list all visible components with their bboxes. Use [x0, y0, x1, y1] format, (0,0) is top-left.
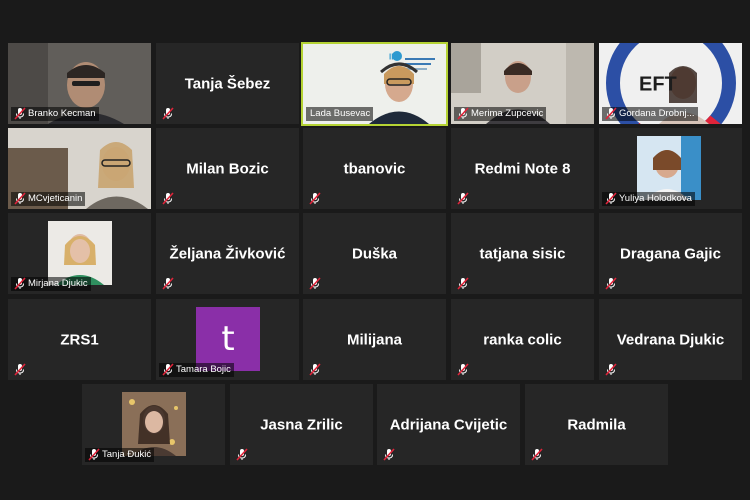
mic-muted-icon	[14, 363, 26, 376]
mic-muted-icon	[605, 277, 617, 290]
photo-tile-yuliya-holodkova[interactable]: Yuliya Holodkova	[599, 128, 742, 209]
participant-name: Duška	[351, 245, 398, 262]
banner-logo-text: IFC	[389, 52, 402, 62]
name-tile-milan-bozic[interactable]: Milan Bozic	[156, 128, 299, 209]
name-tile-zrs1[interactable]: ZRS1	[8, 299, 151, 380]
mic-muted-icon	[309, 192, 321, 205]
participant-name-label: Tamara Bojic	[159, 363, 234, 377]
participant-name: MCvjeticanin	[28, 193, 83, 204]
name-tile-radmila[interactable]: Radmila	[525, 384, 668, 465]
profile-photo	[637, 136, 701, 200]
participant-name: Vedrana Djukic	[616, 331, 725, 348]
participant-name-label: Yuliya Holodkova	[602, 192, 695, 206]
mic-muted-icon	[605, 107, 617, 120]
name-tile-milijana[interactable]: Milijana	[303, 299, 446, 380]
mic-muted-icon	[531, 448, 543, 461]
participant-name: Adrijana Cvijetic	[389, 416, 508, 433]
participant-name-label: Branko Kecman	[11, 107, 99, 121]
profile-photo	[48, 221, 112, 285]
participant-name-label: Mirjana Djukic	[11, 277, 91, 291]
video-tile-merima-zupcevic[interactable]: Merima Zupcevic	[451, 43, 594, 124]
participant-name: ZRS1	[60, 331, 99, 348]
participant-name: Branko Kecman	[28, 108, 96, 119]
name-tile-jasna-zrilic[interactable]: Jasna Zrilic	[230, 384, 373, 465]
participant-name: ranka colic	[483, 331, 562, 348]
participant-name-label: Tanja Đukić	[85, 448, 155, 462]
participant-name: Dragana Gajic	[620, 245, 721, 262]
mic-muted-icon	[605, 192, 617, 205]
video-tile-mcvjeticanin[interactable]: MCvjeticanin	[8, 128, 151, 209]
mic-muted-icon	[457, 107, 469, 120]
participant-name: tbanovic	[343, 160, 406, 177]
participant-name: Milijana	[346, 331, 402, 348]
mic-muted-icon	[14, 107, 26, 120]
mic-muted-icon	[605, 363, 617, 376]
mic-muted-icon	[162, 192, 174, 205]
photo-tile-tanja-dukic[interactable]: Tanja Đukić	[82, 384, 225, 465]
mic-muted-icon	[162, 277, 174, 290]
participant-name: tatjana sisic	[479, 245, 566, 262]
participant-name: Tamara Bojic	[176, 364, 231, 375]
meeting-gallery: { "gallery": { "row1": [ {"name":"Branko…	[0, 0, 750, 500]
participant-name: Lada Busevac	[310, 108, 371, 119]
mic-muted-icon	[162, 107, 174, 120]
participant-name: Redmi Note 8	[474, 160, 571, 177]
mic-muted-icon	[14, 192, 26, 205]
video-tile-branko-kecman[interactable]: Branko Kecman	[8, 43, 151, 124]
mic-muted-icon	[88, 448, 100, 461]
name-tile-duska[interactable]: Duška	[303, 213, 446, 294]
name-tile-adrijana-cvijetic[interactable]: Adrijana Cvijetic	[377, 384, 520, 465]
mic-muted-icon	[457, 277, 469, 290]
participant-name-label: Lada Busevac	[306, 107, 374, 121]
name-tile-tatjana-sisic[interactable]: tatjana sisic	[451, 213, 594, 294]
name-tile-dragana-gajic[interactable]: Dragana Gajic	[599, 213, 742, 294]
participant-name: Gordana Drobnj...	[619, 108, 695, 119]
participant-name-label: Gordana Drobnj...	[602, 107, 698, 121]
banner-logo-text: EFT	[639, 73, 677, 96]
name-tile-ranka-colic[interactable]: ranka colic	[451, 299, 594, 380]
name-tile-redmi-note-8[interactable]: Redmi Note 8	[451, 128, 594, 209]
participant-name: Jasna Zrilic	[260, 416, 343, 433]
mic-muted-icon	[14, 277, 26, 290]
mic-muted-icon	[457, 363, 469, 376]
participant-name: Milan Bozic	[186, 160, 269, 177]
name-tile-tbanovic[interactable]: tbanovic	[303, 128, 446, 209]
mic-muted-icon	[457, 192, 469, 205]
video-tile-lada-busevac[interactable]: IFC Lada Busevac	[301, 42, 448, 126]
participant-name: Željana Živković	[169, 245, 286, 262]
name-tile-tanja-sebez[interactable]: Tanja Šebez	[156, 43, 299, 124]
participant-name-label: Merima Zupcevic	[454, 107, 547, 121]
participant-name: Mirjana Djukic	[28, 278, 88, 289]
mic-muted-icon	[162, 363, 174, 376]
mic-muted-icon	[236, 448, 248, 461]
mic-muted-icon	[383, 448, 395, 461]
name-tile-zeljana-zivkovic[interactable]: Željana Živković	[156, 213, 299, 294]
mic-muted-icon	[309, 277, 321, 290]
initial-avatar: t	[196, 307, 260, 371]
mic-muted-icon	[309, 363, 321, 376]
participant-name: Merima Zupcevic	[471, 108, 544, 119]
participant-name-label: MCvjeticanin	[11, 192, 86, 206]
video-tile-gordana-drobnjak[interactable]: EFT Gordana Drobnj...	[599, 43, 742, 124]
participant-name: Tanja Đukić	[102, 449, 152, 460]
name-tile-vedrana-djukic[interactable]: Vedrana Djukic	[599, 299, 742, 380]
profile-photo	[122, 392, 186, 456]
photo-tile-mirjana-djukic[interactable]: Mirjana Djukic	[8, 213, 151, 294]
participant-name: Radmila	[567, 416, 626, 433]
participant-name: Tanja Šebez	[184, 75, 271, 92]
participant-name: Yuliya Holodkova	[619, 193, 692, 204]
avatar-tile-tamara-bojic[interactable]: t Tamara Bojic	[156, 299, 299, 380]
